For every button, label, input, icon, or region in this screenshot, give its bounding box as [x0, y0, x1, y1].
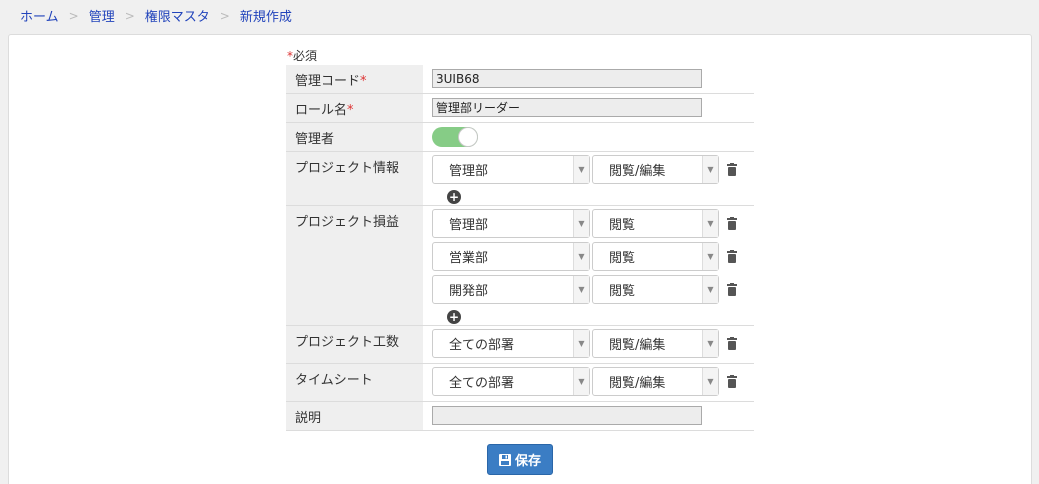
- permission-row: 管理部 ▼ 閲覧/編集 ▼: [432, 155, 754, 185]
- row-project-hours: プロジェクト工数 全ての部署 ▼ 閲覧/編集 ▼: [286, 325, 754, 363]
- permission-row: 全ての部署 ▼ 閲覧/編集 ▼: [432, 367, 754, 397]
- required-note: *必須: [287, 49, 318, 63]
- dept-select[interactable]: 全ての部署 ▼: [432, 329, 590, 358]
- breadcrumb-separator: >: [219, 8, 230, 23]
- admin-toggle[interactable]: [432, 126, 478, 147]
- breadcrumb-home[interactable]: ホーム: [20, 6, 59, 25]
- project-info-label: プロジェクト情報: [286, 151, 423, 205]
- row-timesheet: タイムシート 全ての部署 ▼ 閲覧/編集 ▼: [286, 363, 754, 401]
- trash-icon[interactable]: [727, 375, 737, 388]
- code-input[interactable]: [432, 69, 702, 88]
- trash-icon[interactable]: [727, 283, 737, 296]
- chevron-down-icon: ▼: [573, 156, 589, 183]
- floppy-disk-icon: [498, 453, 511, 466]
- chevron-down-icon: ▼: [702, 156, 718, 183]
- row-admin: 管理者: [286, 122, 754, 151]
- permission-row: 管理部 ▼ 閲覧 ▼: [432, 209, 754, 239]
- row-role: ロール名*: [286, 93, 754, 122]
- level-select[interactable]: 閲覧 ▼: [592, 275, 719, 304]
- plus-circle-icon[interactable]: +: [447, 189, 461, 204]
- chevron-down-icon: ▼: [702, 210, 718, 237]
- project-pl-label: プロジェクト損益: [286, 205, 423, 325]
- chevron-down-icon: ▼: [573, 276, 589, 303]
- dept-select[interactable]: 全ての部署 ▼: [432, 367, 590, 396]
- row-code: 管理コード*: [286, 65, 754, 93]
- breadcrumb: ホーム > 管理 > 権限マスタ > 新規作成: [20, 6, 292, 26]
- breadcrumb-new: 新規作成: [239, 10, 292, 25]
- save-label: 保存: [514, 453, 541, 468]
- breadcrumb-admin[interactable]: 管理: [89, 6, 115, 25]
- toggle-knob: [458, 126, 478, 147]
- row-project-pl: プロジェクト損益 管理部 ▼ 閲覧 ▼ 営業部 ▼ 閲覧 ▼ 開発部 ▼ 閲覧 ▼ +: [286, 205, 754, 325]
- permission-row: 営業部 ▼ 閲覧 ▼: [432, 242, 754, 272]
- save-button[interactable]: 保存: [487, 444, 553, 475]
- admin-label: 管理者: [286, 122, 423, 151]
- role-input[interactable]: [432, 97, 702, 117]
- dept-select[interactable]: 管理部 ▼: [432, 155, 590, 184]
- code-label: 管理コード*: [286, 65, 423, 93]
- chevron-down-icon: ▼: [573, 368, 589, 395]
- trash-icon[interactable]: [727, 163, 737, 176]
- level-select[interactable]: 閲覧 ▼: [592, 242, 719, 271]
- chevron-down-icon: ▼: [573, 210, 589, 237]
- chevron-down-icon: ▼: [702, 243, 718, 270]
- row-project-info: プロジェクト情報 管理部 ▼ 閲覧/編集 ▼ +: [286, 151, 754, 205]
- dept-select[interactable]: 管理部 ▼: [432, 209, 590, 238]
- plus-circle-icon[interactable]: +: [447, 309, 461, 324]
- trash-icon[interactable]: [727, 337, 737, 350]
- timesheet-label: タイムシート: [286, 363, 423, 401]
- chevron-down-icon: ▼: [702, 368, 718, 395]
- dept-select[interactable]: 開発部 ▼: [432, 275, 590, 304]
- permission-row: 開発部 ▼ 閲覧 ▼: [432, 275, 754, 305]
- breadcrumb-permission-master[interactable]: 権限マスタ: [145, 6, 210, 25]
- chevron-down-icon: ▼: [573, 330, 589, 357]
- project-hours-label: プロジェクト工数: [286, 325, 423, 363]
- trash-icon[interactable]: [727, 250, 737, 263]
- dept-select[interactable]: 営業部 ▼: [432, 242, 590, 271]
- trash-icon[interactable]: [727, 217, 737, 230]
- row-description: 説明: [286, 401, 754, 430]
- permission-row: 全ての部署 ▼ 閲覧/編集 ▼: [432, 329, 754, 359]
- level-select[interactable]: 閲覧/編集 ▼: [592, 155, 719, 184]
- role-label: ロール名*: [286, 93, 423, 122]
- level-select[interactable]: 閲覧/編集 ▼: [592, 329, 719, 358]
- chevron-down-icon: ▼: [702, 276, 718, 303]
- breadcrumb-separator: >: [68, 8, 79, 23]
- chevron-down-icon: ▼: [573, 243, 589, 270]
- permission-form: 管理コード* ロール名* 管理者 プロジェクト情報 管理部▼ 閲覧/編集▼ + …: [286, 65, 754, 431]
- chevron-down-icon: ▼: [702, 330, 718, 357]
- description-label: 説明: [286, 401, 423, 430]
- level-select[interactable]: 閲覧 ▼: [592, 209, 719, 238]
- description-input[interactable]: [432, 405, 702, 425]
- level-select[interactable]: 閲覧/編集 ▼: [592, 367, 719, 396]
- breadcrumb-separator: >: [124, 8, 135, 23]
